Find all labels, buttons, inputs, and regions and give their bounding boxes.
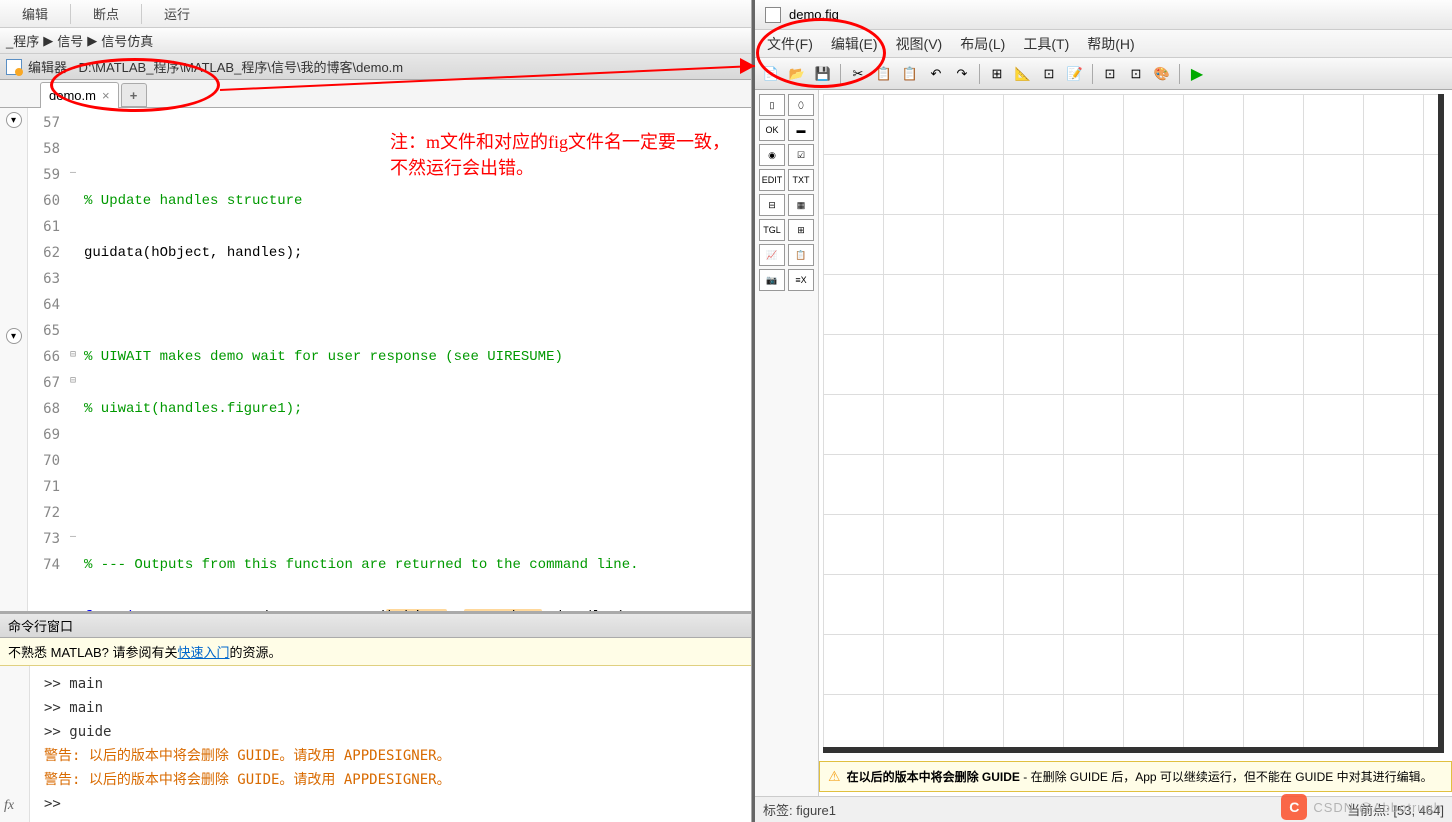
checkbox-tool-icon[interactable]: ☑	[788, 144, 814, 166]
axes-tool-icon[interactable]: 📈	[759, 244, 785, 266]
editor-title-bar: 编辑器 - D:\MATLAB_程序\MATLAB_程序\信号\我的博客\dem…	[0, 54, 751, 80]
csdn-logo-icon: C	[1281, 794, 1307, 820]
code-fold-gutter[interactable]: —⊟⊟—	[66, 108, 80, 611]
menu-breakpoint[interactable]: 断点	[75, 4, 137, 23]
editor-file-path: 编辑器 - D:\MATLAB_程序\MATLAB_程序\信号\我的博客\dem…	[28, 57, 403, 76]
buttongroup-tool-icon[interactable]: 📷	[759, 269, 785, 291]
code-line[interactable]: guidata(hObject, handles);	[84, 240, 751, 266]
menu-run[interactable]: 运行	[146, 4, 208, 23]
close-icon[interactable]: ×	[102, 88, 110, 103]
menu-file[interactable]: 文件(F)	[761, 32, 819, 56]
figure-file-icon	[765, 7, 781, 23]
gutter-nav-icon[interactable]: ▾	[6, 112, 22, 128]
radiobutton-tool-icon[interactable]: ◉	[759, 144, 785, 166]
run-icon[interactable]: ▶	[1185, 62, 1209, 86]
command-window-title: 命令行窗口	[0, 614, 751, 638]
slider-tool-icon[interactable]: ⬯	[788, 94, 814, 116]
guide-window-title: demo.fig	[755, 0, 1452, 30]
tab-demo-m[interactable]: demo.m ×	[40, 82, 119, 108]
slider2-tool-icon[interactable]: ▬	[788, 119, 814, 141]
save-icon[interactable]: 💾	[811, 62, 835, 86]
menu-edit[interactable]: 编辑	[4, 4, 66, 23]
listbox-tool-icon[interactable]: ▦	[788, 194, 814, 216]
editor-side-gutter: ▾ ▾	[0, 108, 28, 611]
command-output[interactable]: >> main >> main >> guide 警告: 以后的版本中将会删除 …	[0, 666, 751, 822]
bc-part-2[interactable]: 信号	[57, 31, 83, 50]
edit-tool-icon[interactable]: EDIT	[759, 169, 785, 191]
matlab-top-menu: 编辑 断点 运行	[0, 0, 751, 28]
menu-edit[interactable]: 编辑(E)	[825, 32, 884, 56]
guide-toolbar: 📄 📂 💾 ✂ 📋 📋 ↶ ↷ ⊞ 📐 ⊡ 📝 ⊡ ⊡ 🎨 ▶	[755, 58, 1452, 90]
activex-tool-icon[interactable]: ≡X	[788, 269, 814, 291]
getting-started-banner: 不熟悉 MATLAB? 请参阅有关快速入门的资源。	[0, 638, 751, 666]
component-palette: ▯ ⬯ OK ▬ ◉ ☑ EDIT TXT ⊟ ▦ TGL ⊞ 📈 📋 📷 ≡X	[755, 90, 819, 796]
warning-icon: ⚠	[828, 768, 841, 785]
editor-icon[interactable]: ⊡	[1098, 62, 1122, 86]
cmd-line: >> main	[44, 696, 743, 720]
new-tab-button[interactable]: +	[121, 83, 147, 107]
menu-layout[interactable]: 布局(L)	[954, 32, 1011, 56]
warn-rest-text: - 在删除 GUIDE 后，App 可以继续运行，但不能在 GUIDE 中对其进…	[1020, 770, 1433, 784]
open-icon[interactable]: 📂	[785, 62, 809, 86]
align-icon[interactable]: ⊞	[985, 62, 1009, 86]
table-tool-icon[interactable]: ⊞	[788, 219, 814, 241]
tab-label: demo.m	[49, 88, 96, 103]
toolbar-editor-icon[interactable]: 📝	[1063, 62, 1087, 86]
menu-tools[interactable]: 工具(T)	[1017, 32, 1075, 56]
bc-part-1[interactable]: _程序	[6, 31, 39, 50]
property-icon[interactable]: ⊡	[1124, 62, 1148, 86]
new-icon[interactable]: 📄	[759, 62, 783, 86]
redo-icon[interactable]: ↷	[950, 62, 974, 86]
code-line[interactable]	[84, 292, 751, 318]
toggle-tool-icon[interactable]: TGL	[759, 219, 785, 241]
warn-bold-text: 在以后的版本中将会删除 GUIDE	[847, 770, 1020, 784]
undo-icon[interactable]: ↶	[924, 62, 948, 86]
file-tab-bar: demo.m × +	[0, 80, 751, 108]
guide-filename: demo.fig	[789, 7, 839, 22]
code-line[interactable]: % UIWAIT makes demo wait for user respon…	[84, 344, 751, 370]
path-breadcrumb[interactable]: _程序▶ 信号▶ 信号仿真	[0, 28, 751, 54]
line-numbers: 575859606162636465666768697071727374	[28, 108, 66, 611]
status-tag: 标签: figure1	[763, 800, 836, 819]
text-tool-icon[interactable]: TXT	[788, 169, 814, 191]
quick-start-link[interactable]: 快速入门	[178, 645, 230, 660]
command-window: 命令行窗口 不熟悉 MATLAB? 请参阅有关快速入门的资源。 >> main …	[0, 611, 751, 822]
panel-tool-icon[interactable]: 📋	[788, 244, 814, 266]
code-line[interactable]: % uiwait(handles.figure1);	[84, 396, 751, 422]
code-content[interactable]: % Update handles structure guidata(hObje…	[80, 108, 751, 611]
cmd-warning: 警告: 以后的版本中将会删除 GUIDE。请改用 APPDESIGNER。	[44, 768, 743, 792]
popup-tool-icon[interactable]: ⊟	[759, 194, 785, 216]
editor-file-icon	[6, 59, 22, 75]
menu-editor-icon[interactable]: 📐	[1011, 62, 1035, 86]
watermark-text: CSDN @Abbotrugh	[1313, 800, 1442, 815]
code-line[interactable]	[84, 136, 751, 162]
code-line[interactable]	[84, 500, 751, 526]
deprecation-banner: ⚠ 在以后的版本中将会删除 GUIDE - 在删除 GUIDE 后，App 可以…	[819, 761, 1452, 792]
cmd-line: >> main	[44, 672, 743, 696]
select-tool-icon[interactable]: ▯	[759, 94, 785, 116]
menu-view[interactable]: 视图(V)	[890, 32, 949, 56]
design-canvas[interactable]	[823, 94, 1444, 753]
pushbutton-tool-icon[interactable]: OK	[759, 119, 785, 141]
code-line[interactable]	[84, 448, 751, 474]
cut-icon[interactable]: ✂	[846, 62, 870, 86]
menu-help[interactable]: 帮助(H)	[1081, 32, 1140, 56]
cmd-prompt[interactable]: >>	[44, 792, 743, 816]
csdn-watermark: C CSDN @Abbotrugh	[1281, 794, 1442, 820]
fx-icon[interactable]: fx	[4, 794, 14, 818]
code-line[interactable]: function varargout = demo_OutputFcn(hObj…	[84, 604, 751, 611]
cmd-line: >> guide	[44, 720, 743, 744]
guide-menu-bar: 文件(F) 编辑(E) 视图(V) 布局(L) 工具(T) 帮助(H)	[755, 30, 1452, 58]
copy-icon[interactable]: 📋	[872, 62, 896, 86]
code-editor[interactable]: ▾ ▾ 575859606162636465666768697071727374…	[0, 108, 751, 611]
gutter-nav-icon[interactable]: ▾	[6, 328, 22, 344]
code-line[interactable]: % Update handles structure	[84, 188, 751, 214]
code-line[interactable]: % --- Outputs from this function are ret…	[84, 552, 751, 578]
browser-icon[interactable]: 🎨	[1150, 62, 1174, 86]
bc-part-3[interactable]: 信号仿真	[101, 31, 153, 50]
paste-icon[interactable]: 📋	[898, 62, 922, 86]
cmd-warning: 警告: 以后的版本中将会删除 GUIDE。请改用 APPDESIGNER。	[44, 744, 743, 768]
tab-order-icon[interactable]: ⊡	[1037, 62, 1061, 86]
